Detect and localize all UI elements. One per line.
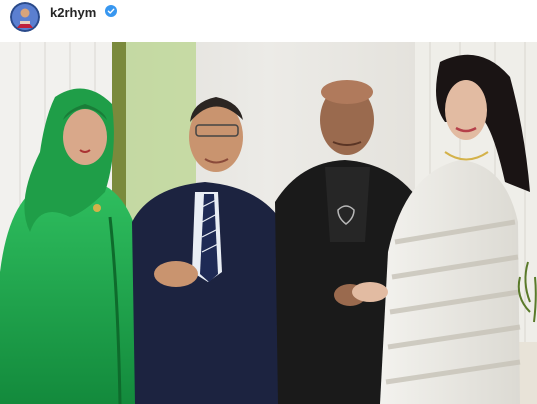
avatar-image [10,2,40,32]
username[interactable]: k2rhym [50,5,96,21]
verified-badge-icon [105,5,117,17]
user-avatar[interactable] [10,2,40,32]
group-photo-image [0,42,537,404]
instagram-post: k2rhym [0,0,537,404]
post-photo[interactable] [0,42,537,404]
post-header: k2rhym [0,0,537,42]
